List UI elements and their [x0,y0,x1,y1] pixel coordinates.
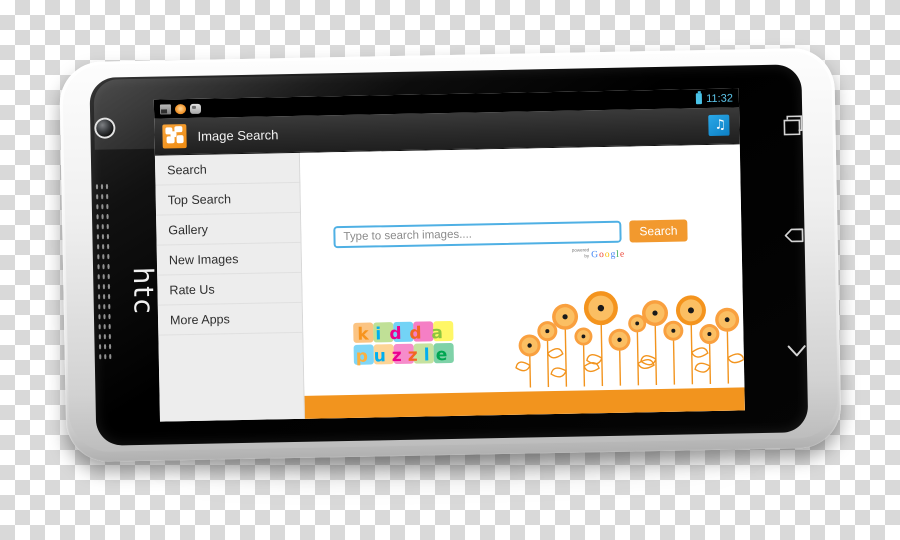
status-right: 11:32 [696,92,733,105]
back-button[interactable] [777,218,812,253]
navigation-keys [767,108,827,399]
phone-screen: 11:32 Image Search ♫ Search Top Search G… [153,88,745,422]
svg-text:u: u [374,346,386,366]
sidebar-item-top-search[interactable]: Top Search [155,182,301,216]
chevron-down-icon [787,345,806,357]
powered-by-google-badge: powered by G o o g l e [572,247,624,261]
sidebar-menu: Search Top Search Gallery New Images Rat… [154,152,305,422]
htc-logo: htc [124,221,161,362]
sidebar-item-gallery[interactable]: Gallery [156,212,301,246]
google-letter: o [598,250,604,261]
powered-by-text: powered by [571,247,590,259]
svg-text:l: l [424,345,430,365]
home-button[interactable] [779,333,814,368]
svg-text:z: z [408,346,418,366]
sidebar-item-rate-us[interactable]: Rate Us [157,272,302,306]
sidebar-item-label: Top Search [167,191,232,207]
content-area: Type to search images.... Search powered… [299,144,745,420]
google-letter: g [610,249,616,260]
status-notifications [159,103,202,115]
screen-body: Search Top Search Gallery New Images Rat… [154,144,745,422]
sidebar-item-new-images[interactable]: New Images [156,242,302,276]
recent-apps-icon [783,115,803,136]
sidebar-item-label: New Images [168,251,239,267]
battery-icon [696,93,703,105]
sidebar-item-label: Gallery [168,222,209,237]
music-note-glyph: ♫ [714,117,727,133]
status-clock: 11:32 [706,92,734,105]
svg-text:k: k [357,325,369,345]
search-button[interactable]: Search [629,219,688,243]
canvas: htc 11:32 Image Search ♫ Search Top Sear… [0,0,900,540]
search-row: Type to search images.... Search powered… [333,219,688,260]
google-letter: l [616,249,620,260]
kidda-puzzle-logo: k i d d a p u z z l e [353,321,454,367]
screenshot-icon [159,103,172,115]
recent-apps-button[interactable] [775,108,810,143]
sidebar-item-label: Search [167,162,207,177]
sunflowers-illustration [515,291,745,388]
download-icon [174,103,187,114]
music-note-icon[interactable]: ♫ [708,114,730,137]
svg-text:d: d [409,324,422,344]
google-letter: e [619,249,625,260]
app-title: Image Search [197,126,279,144]
google-letter: G [591,250,599,261]
sidebar-item-label: Rate Us [169,282,215,297]
htc-logo-text: htc [126,266,159,316]
search-input[interactable]: Type to search images.... [333,220,622,249]
puzzle-icon [162,124,187,149]
svg-text:a: a [431,323,443,343]
sidebar-item-search[interactable]: Search [154,152,300,186]
sidebar-item-label: More Apps [169,311,230,327]
svg-text:p: p [356,347,369,367]
phone-device: htc 11:32 Image Search ♫ Search Top Sear… [59,47,842,483]
sidebar-item-more-apps[interactable]: More Apps [157,302,303,336]
back-arrow-icon [784,228,804,243]
google-letter: o [604,249,610,261]
svg-text:e: e [436,345,448,365]
svg-text:z: z [392,346,402,366]
svg-text:i: i [375,324,381,344]
svg-text:d: d [389,324,402,344]
cloud-icon [189,103,202,114]
search-placeholder: Type to search images.... [343,228,473,244]
